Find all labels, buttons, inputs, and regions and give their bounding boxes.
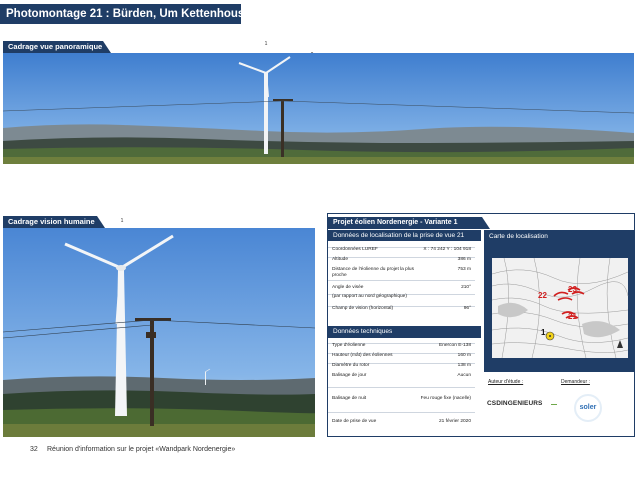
author-logo-accent [551,404,557,405]
human-label: Cadrage vision humaine [3,216,105,228]
map-header: Carte de localisation [484,230,634,244]
table-row: Distance de l'éolienne du projet la plus… [328,267,475,281]
client-label: Demandeur : [561,379,590,385]
location-map: 22 23 21 1 [484,244,634,372]
tech-table: Type d'éolienne Enercon E-138 Hauteur (mâ… [328,341,478,433]
tech-header: Données techniques [328,326,481,338]
human-photo [3,228,315,437]
map-label-23: 23 [568,285,577,294]
table-row: Balisage de nuit Feu rouge fixe (nacelle) [328,396,475,413]
table-row: Champ de vision (horizontal) 96° [328,306,475,311]
localisation-table: Coordonnées LUREF X : 74 242 Y : 104 918 … [328,244,478,322]
slide-number: 32 [30,446,38,453]
table-row: Type d'éolienne Enercon E-138 [328,343,475,348]
map-label-21: 21 [568,312,577,321]
table-row: Hauteur (mât) des éoliennes 160 m [328,353,475,358]
human-marker-1: 1 [120,218,124,224]
author-logo: CSDINGENIEURS [487,400,543,407]
page-title: Photomontage 21 : Bürden, Um Kettenhousc… [0,4,262,24]
map-label-1: 1 [541,328,546,337]
author-label: Auteur d'étude : [488,379,524,385]
map-label-22: 22 [538,291,547,300]
footer-text: Réunion d'information sur le projet «Wan… [47,446,236,453]
table-row: Coordonnées LUREF X : 74 242 Y : 104 918 [328,247,475,252]
table-row: Diamètre du rotor 138 m [328,363,475,368]
project-title: Projet éolien Nordenergie - Variante 1 [328,217,490,229]
panorama-photo [3,53,634,164]
table-row: (par rapport au nord géographique) [328,294,475,299]
localisation-header: Données de localisation de la prise de v… [328,230,481,241]
table-row: Balisage de jour Aucun [328,373,475,388]
panorama-marker-1: 1 [264,41,268,47]
panorama-label: Cadrage vue panoramique [3,41,111,53]
client-logo: soler [574,394,602,422]
table-row: Altitude 386 m [328,257,475,262]
